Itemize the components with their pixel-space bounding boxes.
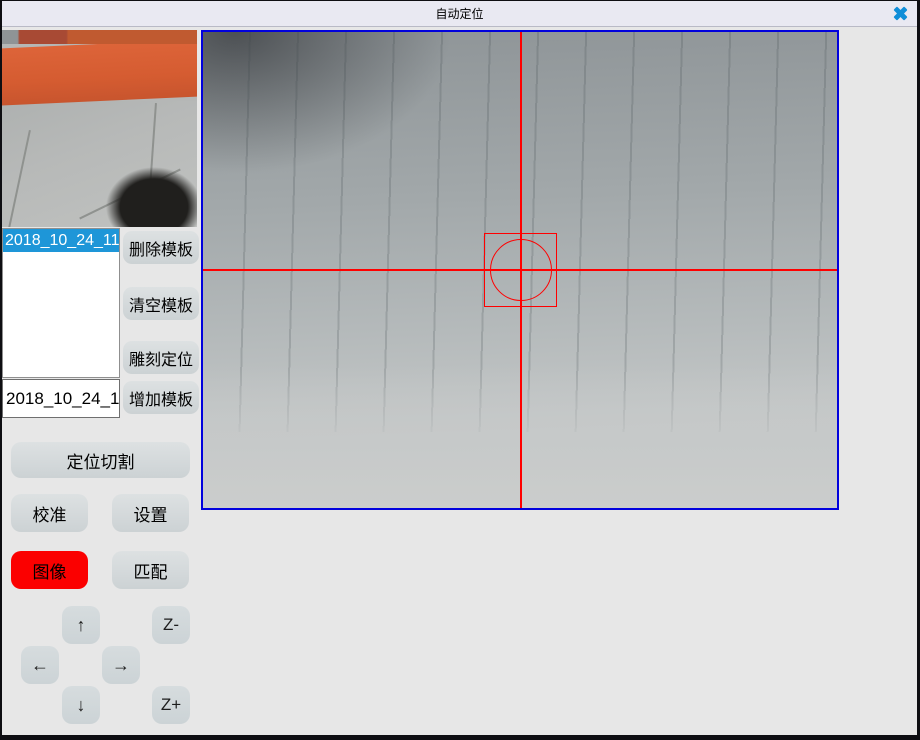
add-template-button[interactable]: 增加模板: [123, 381, 199, 414]
image-button[interactable]: 图像: [11, 551, 88, 589]
jog-left-button[interactable]: ←: [21, 646, 59, 684]
delete-template-button[interactable]: 删除模板: [123, 231, 199, 264]
template-name-input[interactable]: [2, 379, 120, 418]
settings-button[interactable]: 设置: [112, 494, 189, 532]
title-bar: 自动定位: [2, 1, 917, 27]
window-title: 自动定位: [435, 5, 483, 22]
preview-dark-object-decor: [89, 153, 197, 227]
match-button[interactable]: 匹配: [112, 551, 189, 589]
camera-photo-decor: [203, 32, 837, 508]
position-cut-button[interactable]: 定位切割: [11, 442, 190, 478]
camera-view[interactable]: [201, 30, 839, 510]
close-icon: [889, 4, 911, 23]
template-preview-image: [2, 30, 197, 227]
preview-orange-board-decor: [2, 39, 197, 106]
template-list-item[interactable]: 2018_10_24_11: [3, 229, 119, 252]
engrave-position-button[interactable]: 雕刻定位: [123, 341, 199, 374]
preview-top-strip-decor: [2, 30, 197, 44]
jog-up-button[interactable]: ↑: [62, 606, 100, 644]
jog-right-button[interactable]: →: [102, 646, 140, 684]
preview-tiles-decor: [2, 101, 197, 227]
jog-down-button[interactable]: ↓: [62, 686, 100, 724]
content-area: 2018_10_24_11 删除模板 清空模板 雕刻定位 增加模板 定位切割 校…: [2, 27, 917, 735]
close-button[interactable]: [889, 4, 911, 23]
template-list[interactable]: 2018_10_24_11: [2, 228, 120, 378]
z-plus-button[interactable]: Z+: [152, 686, 190, 724]
calibrate-button[interactable]: 校准: [11, 494, 88, 532]
z-minus-button[interactable]: Z-: [152, 606, 190, 644]
clear-template-button[interactable]: 清空模板: [123, 287, 199, 320]
roi-circle: [490, 239, 552, 301]
